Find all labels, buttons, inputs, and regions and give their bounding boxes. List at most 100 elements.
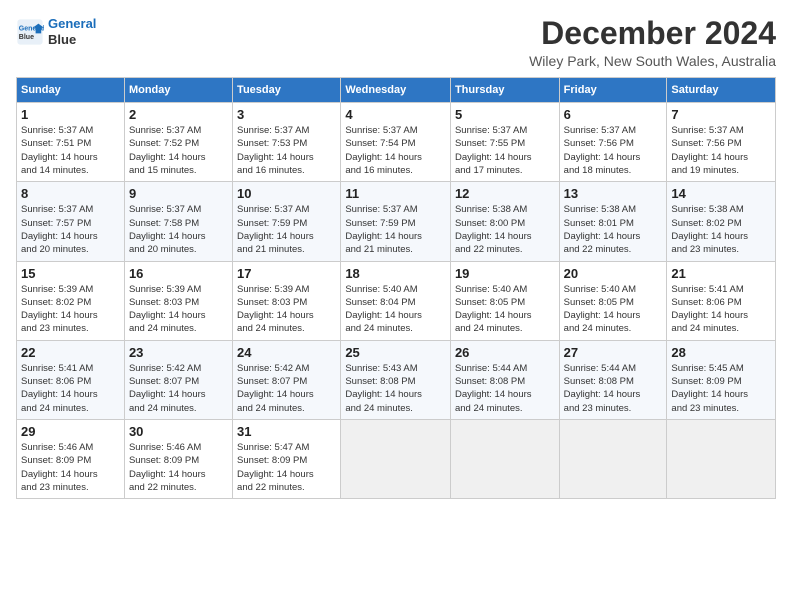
- day-detail: Sunrise: 5:44 AM Sunset: 8:08 PM Dayligh…: [455, 362, 555, 415]
- day-number: 3: [237, 107, 336, 122]
- logo: General Blue General Blue: [16, 16, 96, 47]
- calendar-cell: 23Sunrise: 5:42 AM Sunset: 8:07 PM Dayli…: [124, 340, 232, 419]
- day-detail: Sunrise: 5:41 AM Sunset: 8:06 PM Dayligh…: [21, 362, 120, 415]
- day-detail: Sunrise: 5:46 AM Sunset: 8:09 PM Dayligh…: [21, 441, 120, 494]
- day-detail: Sunrise: 5:39 AM Sunset: 8:02 PM Dayligh…: [21, 283, 120, 336]
- day-detail: Sunrise: 5:37 AM Sunset: 7:51 PM Dayligh…: [21, 124, 120, 177]
- day-detail: Sunrise: 5:42 AM Sunset: 8:07 PM Dayligh…: [129, 362, 228, 415]
- day-header-thursday: Thursday: [450, 78, 559, 103]
- day-number: 15: [21, 266, 120, 281]
- day-number: 13: [564, 186, 663, 201]
- calendar-body: 1 Sunrise: 5:37 AM Sunset: 7:51 PM Daylig…: [17, 103, 776, 499]
- calendar-cell: 6 Sunrise: 5:37 AM Sunset: 7:56 PM Daylig…: [559, 103, 667, 182]
- day-number: 20: [564, 266, 663, 281]
- calendar-cell: 5 Sunrise: 5:37 AM Sunset: 7:55 PM Daylig…: [450, 103, 559, 182]
- calendar-cell: 14Sunrise: 5:38 AM Sunset: 8:02 PM Dayli…: [667, 182, 776, 261]
- day-number: 14: [671, 186, 771, 201]
- day-header-tuesday: Tuesday: [233, 78, 341, 103]
- day-number: 28: [671, 345, 771, 360]
- page-header: General Blue General Blue December 2024 …: [16, 16, 776, 69]
- day-detail: Sunrise: 5:37 AM Sunset: 7:54 PM Dayligh…: [345, 124, 446, 177]
- calendar-cell: [667, 419, 776, 498]
- svg-text:Blue: Blue: [19, 34, 34, 41]
- calendar-week-row: 15 Sunrise: 5:39 AM Sunset: 8:02 PM Dayli…: [17, 261, 776, 340]
- calendar-cell-day1: 1 Sunrise: 5:37 AM Sunset: 7:51 PM Daylig…: [17, 103, 125, 182]
- calendar-cell: 21 Sunrise: 5:41 AM Sunset: 8:06 PM Dayli…: [667, 261, 776, 340]
- day-detail: Sunrise: 5:37 AM Sunset: 7:52 PM Dayligh…: [129, 124, 228, 177]
- day-header-friday: Friday: [559, 78, 667, 103]
- calendar-cell: 8 Sunrise: 5:37 AM Sunset: 7:57 PM Daylig…: [17, 182, 125, 261]
- day-number: 26: [455, 345, 555, 360]
- day-detail: Sunrise: 5:37 AM Sunset: 7:56 PM Dayligh…: [564, 124, 663, 177]
- calendar-week-row: 8 Sunrise: 5:37 AM Sunset: 7:57 PM Daylig…: [17, 182, 776, 261]
- day-detail: Sunrise: 5:40 AM Sunset: 8:05 PM Dayligh…: [564, 283, 663, 336]
- day-detail: Sunrise: 5:37 AM Sunset: 7:55 PM Dayligh…: [455, 124, 555, 177]
- calendar-cell: 13 Sunrise: 5:38 AM Sunset: 8:01 PM Dayli…: [559, 182, 667, 261]
- day-number: 8: [21, 186, 120, 201]
- calendar-cell: [450, 419, 559, 498]
- calendar-cell: 15 Sunrise: 5:39 AM Sunset: 8:02 PM Dayli…: [17, 261, 125, 340]
- calendar-cell: [341, 419, 451, 498]
- title-block: December 2024 Wiley Park, New South Wale…: [529, 16, 776, 69]
- calendar-cell: 28 Sunrise: 5:45 AM Sunset: 8:09 PM Dayli…: [667, 340, 776, 419]
- day-number: 10: [237, 186, 336, 201]
- day-detail: Sunrise: 5:45 AM Sunset: 8:09 PM Dayligh…: [671, 362, 771, 415]
- day-detail: Sunrise: 5:42 AM Sunset: 8:07 PM Dayligh…: [237, 362, 336, 415]
- calendar-cell: 26 Sunrise: 5:44 AM Sunset: 8:08 PM Dayli…: [450, 340, 559, 419]
- calendar-cell: 12Sunrise: 5:38 AM Sunset: 8:00 PM Dayli…: [450, 182, 559, 261]
- calendar-cell: 31Sunrise: 5:47 AM Sunset: 8:09 PM Dayli…: [233, 419, 341, 498]
- day-number: 21: [671, 266, 771, 281]
- calendar-cell: 20 Sunrise: 5:40 AM Sunset: 8:05 PM Dayli…: [559, 261, 667, 340]
- calendar-cell: 10 Sunrise: 5:37 AM Sunset: 7:59 PM Dayli…: [233, 182, 341, 261]
- day-number: 1: [21, 107, 120, 122]
- day-header-monday: Monday: [124, 78, 232, 103]
- day-number: 9: [129, 186, 228, 201]
- day-detail: Sunrise: 5:39 AM Sunset: 8:03 PM Dayligh…: [237, 283, 336, 336]
- day-number: 7: [671, 107, 771, 122]
- day-detail: Sunrise: 5:39 AM Sunset: 8:03 PM Dayligh…: [129, 283, 228, 336]
- calendar-week-row: 1 Sunrise: 5:37 AM Sunset: 7:51 PM Daylig…: [17, 103, 776, 182]
- calendar-cell: 4 Sunrise: 5:37 AM Sunset: 7:54 PM Daylig…: [341, 103, 451, 182]
- calendar-cell: 25Sunrise: 5:43 AM Sunset: 8:08 PM Dayli…: [341, 340, 451, 419]
- day-number: 30: [129, 424, 228, 439]
- day-detail: Sunrise: 5:47 AM Sunset: 8:09 PM Dayligh…: [237, 441, 336, 494]
- day-detail: Sunrise: 5:40 AM Sunset: 8:05 PM Dayligh…: [455, 283, 555, 336]
- logo-icon: General Blue: [16, 18, 44, 46]
- day-detail: Sunrise: 5:37 AM Sunset: 7:59 PM Dayligh…: [345, 203, 446, 256]
- day-number: 29: [21, 424, 120, 439]
- day-number: 12: [455, 186, 555, 201]
- day-header-saturday: Saturday: [667, 78, 776, 103]
- day-number: 11: [345, 186, 446, 201]
- calendar-cell: 27 Sunrise: 5:44 AM Sunset: 8:08 PM Dayli…: [559, 340, 667, 419]
- calendar-cell: 7Sunrise: 5:37 AM Sunset: 7:56 PM Daylig…: [667, 103, 776, 182]
- location-title: Wiley Park, New South Wales, Australia: [529, 53, 776, 69]
- month-title: December 2024: [529, 16, 776, 51]
- day-detail: Sunrise: 5:44 AM Sunset: 8:08 PM Dayligh…: [564, 362, 663, 415]
- day-detail: Sunrise: 5:41 AM Sunset: 8:06 PM Dayligh…: [671, 283, 771, 336]
- day-number: 27: [564, 345, 663, 360]
- day-number: 22: [21, 345, 120, 360]
- day-detail: Sunrise: 5:37 AM Sunset: 7:58 PM Dayligh…: [129, 203, 228, 256]
- calendar-cell: 11 Sunrise: 5:37 AM Sunset: 7:59 PM Dayli…: [341, 182, 451, 261]
- calendar-cell: [559, 419, 667, 498]
- day-number: 18: [345, 266, 446, 281]
- day-detail: Sunrise: 5:37 AM Sunset: 7:57 PM Dayligh…: [21, 203, 120, 256]
- day-header-wednesday: Wednesday: [341, 78, 451, 103]
- calendar-week-row: 22 Sunrise: 5:41 AM Sunset: 8:06 PM Dayli…: [17, 340, 776, 419]
- day-number: 17: [237, 266, 336, 281]
- day-detail: Sunrise: 5:37 AM Sunset: 7:59 PM Dayligh…: [237, 203, 336, 256]
- day-number: 25: [345, 345, 446, 360]
- calendar-week-row: 29 Sunrise: 5:46 AM Sunset: 8:09 PM Dayli…: [17, 419, 776, 498]
- calendar-cell: 3Sunrise: 5:37 AM Sunset: 7:53 PM Daylig…: [233, 103, 341, 182]
- day-number: 5: [455, 107, 555, 122]
- calendar-cell: 24Sunrise: 5:42 AM Sunset: 8:07 PM Dayli…: [233, 340, 341, 419]
- calendar-cell: 18Sunrise: 5:40 AM Sunset: 8:04 PM Dayli…: [341, 261, 451, 340]
- day-detail: Sunrise: 5:46 AM Sunset: 8:09 PM Dayligh…: [129, 441, 228, 494]
- day-header-sunday: Sunday: [17, 78, 125, 103]
- calendar-cell: 2Sunrise: 5:37 AM Sunset: 7:52 PM Daylig…: [124, 103, 232, 182]
- calendar-cell: 19Sunrise: 5:40 AM Sunset: 8:05 PM Dayli…: [450, 261, 559, 340]
- day-detail: Sunrise: 5:38 AM Sunset: 8:01 PM Dayligh…: [564, 203, 663, 256]
- day-number: 6: [564, 107, 663, 122]
- day-number: 4: [345, 107, 446, 122]
- logo-text: General Blue: [48, 16, 96, 47]
